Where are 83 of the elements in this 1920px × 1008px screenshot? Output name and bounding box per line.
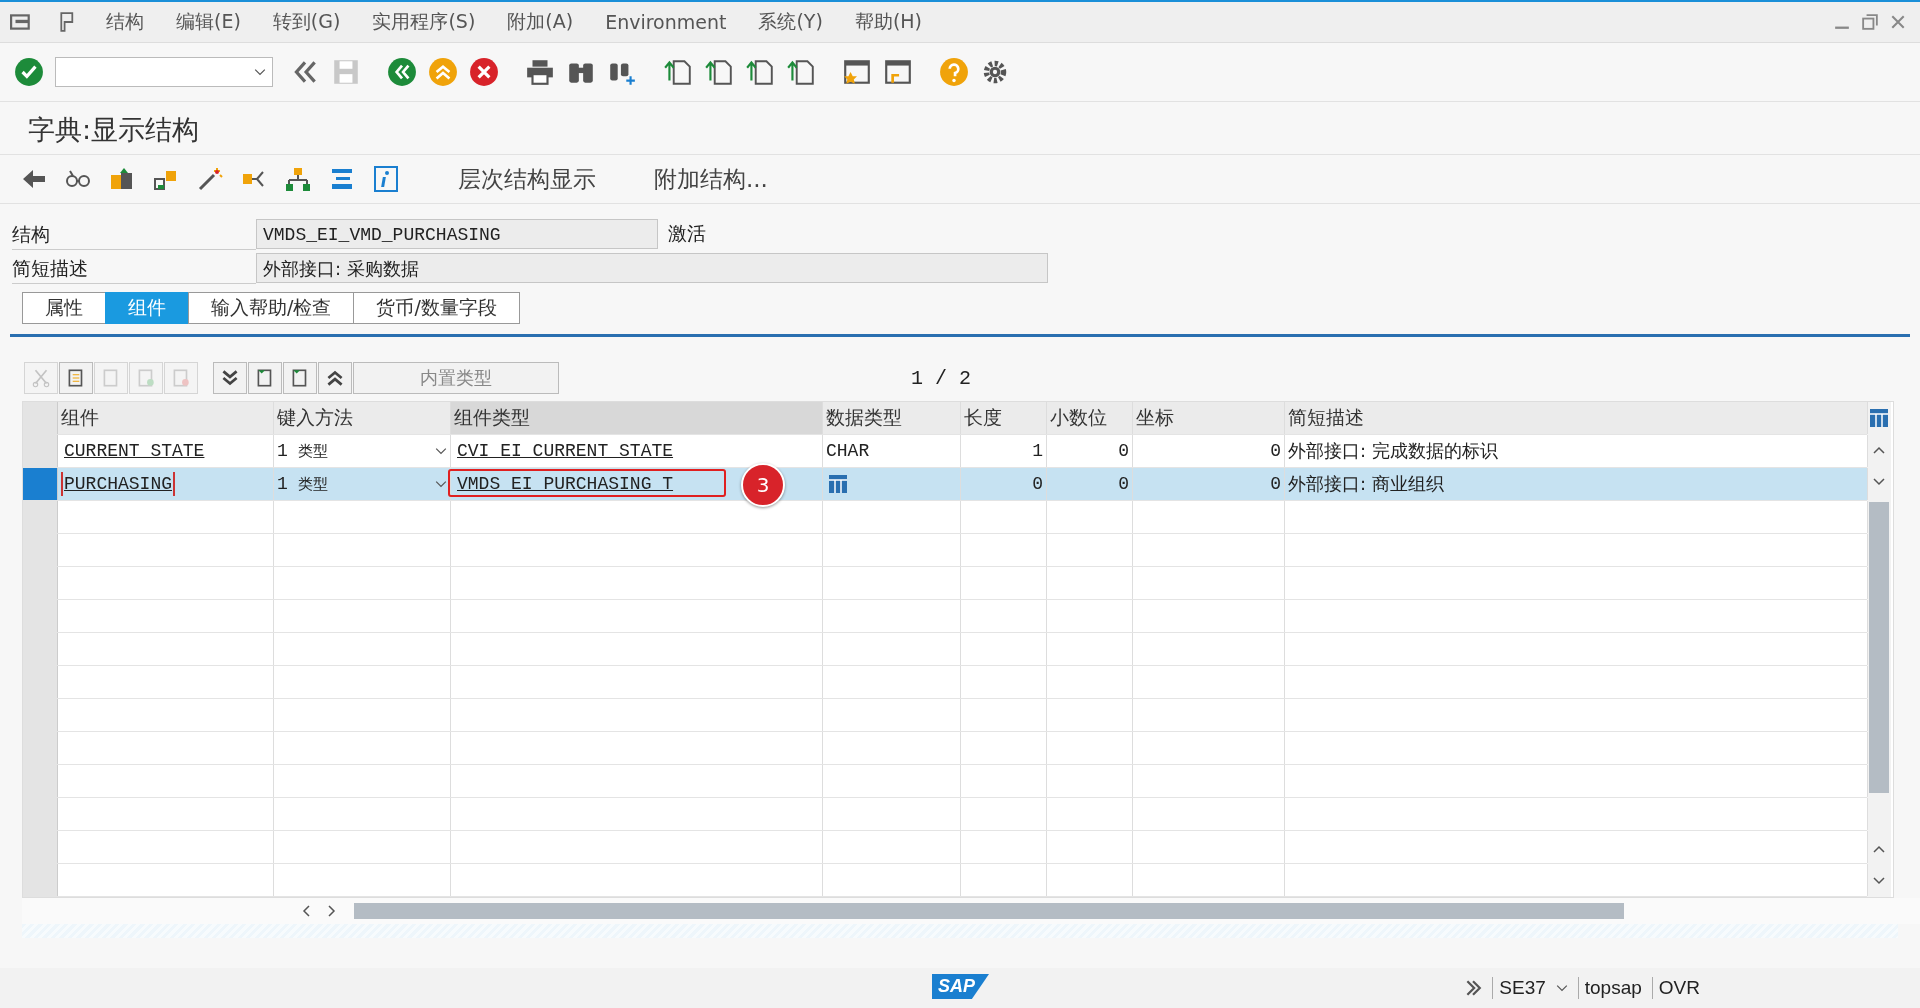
screen-title: 字典:显示结构	[0, 102, 1920, 155]
menu-item[interactable]: 系统(Y)	[758, 9, 823, 35]
page-counter: 1 / 2	[911, 366, 971, 390]
menu-item[interactable]: 编辑(E)	[176, 9, 241, 35]
menu-item[interactable]: 附加(A)	[507, 9, 574, 35]
scrollbar-thumb[interactable]	[354, 903, 1624, 919]
table-cell: 0	[1118, 474, 1129, 494]
shortcut-icon[interactable]	[883, 57, 913, 87]
back-icon[interactable]	[387, 57, 417, 87]
tab[interactable]: 输入帮助/检查	[188, 292, 355, 324]
menu-item[interactable]: 结构	[106, 9, 144, 35]
table-cell: 0	[1032, 474, 1043, 494]
last-page-icon[interactable]	[786, 57, 816, 87]
component-type[interactable]: VMDS_EI_PURCHASING_T	[454, 472, 677, 496]
table-cell: 0	[1270, 474, 1281, 494]
table-cell: 1	[1032, 441, 1043, 461]
toolbar-button[interactable]: 附加结构...	[654, 163, 768, 195]
scrollbar-thumb[interactable]	[1869, 502, 1889, 793]
menu-item[interactable]: 实用程序(S)	[372, 9, 476, 35]
select-all-cell[interactable]	[23, 402, 58, 434]
double-chevron-up-icon[interactable]	[318, 362, 352, 394]
previous-page-icon[interactable]	[704, 57, 734, 87]
dropdown-icon[interactable]	[435, 480, 447, 488]
component-name[interactable]: CURRENT_STATE	[61, 439, 208, 463]
scroll-down-icon[interactable]	[1873, 877, 1885, 885]
check-icon[interactable]	[14, 57, 44, 87]
sap-logo: SAP	[932, 974, 989, 999]
input-field[interactable]: 外部接口: 采购数据	[256, 253, 1048, 283]
menu-item[interactable]: Environment	[605, 11, 727, 33]
menu-item[interactable]: 转到(G)	[272, 9, 341, 35]
component-name[interactable]: PURCHASING	[61, 472, 176, 496]
table-cell: 外部接口: 完成数据的标识	[1288, 439, 1498, 463]
tab[interactable]: 属性	[22, 292, 106, 324]
method-number: 1	[277, 474, 288, 494]
callout-badge: 3	[741, 463, 785, 507]
toolbar-button[interactable]: 层次结构显示	[458, 163, 596, 195]
table-cell: 外部接口: 商业组织	[1288, 472, 1444, 496]
scroll-down-icon[interactable]	[1873, 478, 1885, 486]
column-header[interactable]: 组件类型	[451, 402, 823, 434]
first-page-icon[interactable]	[663, 57, 693, 87]
org-chart-icon[interactable]	[284, 165, 312, 193]
input-field[interactable]: VMDS_EI_VMD_PURCHASING	[256, 219, 658, 249]
print-icon[interactable]	[525, 57, 555, 87]
new-window-icon[interactable]	[842, 57, 872, 87]
transaction-code[interactable]: SE37	[1492, 977, 1546, 999]
column-header[interactable]: 长度	[961, 402, 1047, 434]
menu-icon[interactable]	[10, 12, 32, 32]
next-page-icon[interactable]	[745, 57, 775, 87]
table-cell: 0	[1118, 441, 1129, 461]
status-text: 激活	[668, 221, 706, 246]
table-cell: CHAR	[826, 441, 870, 461]
dropdown-icon[interactable]	[435, 447, 447, 455]
row-selector[interactable]	[23, 468, 58, 500]
component-type[interactable]: CVI_EI_CURRENT_STATE	[454, 439, 677, 463]
server-name: topsap	[1577, 977, 1642, 999]
double-chevron-right-icon[interactable]	[1464, 979, 1483, 997]
double-chevron-down-icon[interactable]	[213, 362, 247, 394]
column-layout-icon[interactable]	[1869, 408, 1889, 428]
scroll-left-icon[interactable]	[302, 905, 310, 917]
dropdown-icon[interactable]	[254, 68, 266, 76]
column-header[interactable]: 小数位	[1047, 402, 1133, 434]
table-icon[interactable]	[828, 474, 848, 494]
input-mode: OVR	[1651, 977, 1700, 999]
column-header[interactable]: 坐标	[1133, 402, 1285, 434]
info-icon[interactable]	[372, 165, 400, 193]
magic-wand-icon[interactable]	[196, 165, 224, 193]
command-field[interactable]	[55, 57, 273, 87]
cancel-icon[interactable]	[469, 57, 499, 87]
scroll-up-icon[interactable]	[1873, 845, 1885, 853]
column-header[interactable]: 组件	[58, 402, 274, 434]
close-icon[interactable]	[1890, 14, 1906, 30]
dropdown-icon[interactable]	[1555, 984, 1568, 992]
scroll-up-icon[interactable]	[1873, 446, 1885, 454]
scroll-right-icon[interactable]	[328, 905, 336, 917]
menu-item[interactable]: 帮助(H)	[854, 9, 922, 35]
method-number: 1	[277, 441, 288, 461]
table-cell: 0	[1270, 441, 1281, 461]
copy-icon[interactable]	[59, 362, 93, 394]
method-text: 类型	[297, 474, 328, 494]
restore-icon[interactable]	[1862, 14, 1878, 30]
method-text: 类型	[297, 441, 328, 461]
column-header[interactable]: 数据类型	[823, 402, 961, 434]
tab[interactable]: 货币/数量字段	[353, 292, 520, 324]
